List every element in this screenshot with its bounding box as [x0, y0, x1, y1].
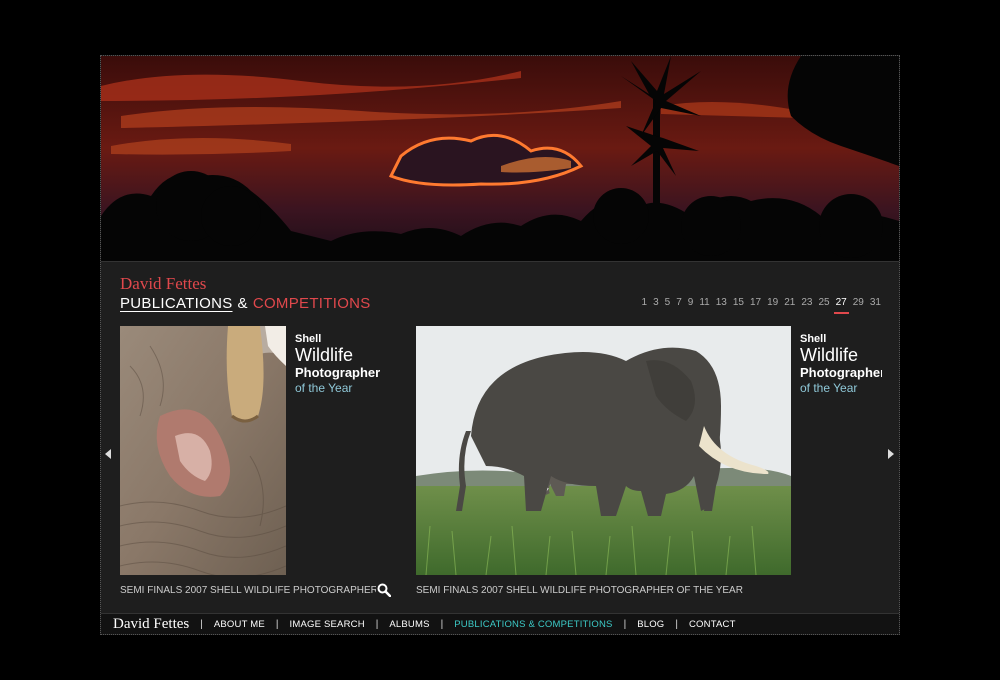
pager-page-25[interactable]: 25	[819, 297, 830, 309]
pager-page-1[interactable]: 1	[642, 297, 648, 309]
nav-separator: |	[375, 619, 379, 630]
pager-page-3[interactable]: 3	[653, 297, 659, 309]
pager-page-11[interactable]: 11	[699, 297, 709, 309]
pager-page-13[interactable]: 13	[716, 297, 727, 309]
logo-line-wildlife: Wildlife	[800, 345, 859, 365]
nav-publications-competitions[interactable]: PUBLICATIONS & COMPETITIONS	[454, 619, 612, 630]
title-block: David Fettes PUBLICATIONS & COMPETITIONS	[120, 274, 371, 314]
nav-separator: |	[675, 619, 678, 630]
nav-separator: |	[440, 619, 444, 630]
nav-image-search[interactable]: IMAGE SEARCH	[290, 619, 365, 630]
logo-line-of-the-year: of the Year	[800, 381, 858, 395]
pager-page-5[interactable]: 5	[665, 297, 671, 309]
pager-page-17[interactable]: 17	[750, 297, 761, 309]
heading-ampersand: &	[237, 295, 248, 312]
photo-caption: SEMI FINALS 2007 SHELL WILDLIFE PHOTOGRA…	[416, 585, 743, 596]
nav-separator: |	[275, 619, 279, 630]
previous-arrow-icon[interactable]	[105, 449, 111, 459]
pager-page-15[interactable]: 15	[733, 297, 744, 309]
footer-site-name[interactable]: David Fettes	[113, 616, 189, 633]
competitions-heading-link[interactable]: COMPETITIONS	[253, 295, 371, 312]
photo-caption: SEMI FINALS 2007 SHELL WILDLIFE PHOTOGRA…	[120, 585, 376, 596]
pager-page-23[interactable]: 23	[801, 297, 812, 309]
nav-albums[interactable]: ALBUMS	[389, 619, 429, 630]
shell-wildlife-logo: Shell Wildlife Photographer of the Year	[295, 332, 405, 395]
photo-elephant-closeup[interactable]	[120, 326, 286, 575]
logo-line-shell: Shell	[295, 333, 322, 345]
logo-line-photographer: Photographer	[800, 365, 882, 380]
pager-page-29[interactable]: 29	[853, 297, 864, 309]
zoom-search-icon[interactable]	[377, 583, 392, 602]
logo-line-wildlife: Wildlife	[295, 345, 354, 365]
pager-page-21[interactable]: 21	[784, 297, 795, 309]
footer-nav-bar: David Fettes | ABOUT ME | IMAGE SEARCH |…	[101, 613, 899, 634]
nav-separator: |	[623, 619, 627, 630]
image-pager: 1 3 5 7 9 11 13 15 17 19 21 23 25 27 29 31	[636, 297, 881, 314]
site-name: David Fettes	[120, 274, 207, 293]
nav-contact[interactable]: CONTACT	[689, 619, 736, 630]
logo-line-photographer: Photographer	[295, 365, 381, 380]
page-frame: David Fettes PUBLICATIONS & COMPETITIONS 1…	[100, 55, 900, 635]
nav-separator: |	[200, 619, 203, 630]
pager-page-9[interactable]: 9	[688, 297, 694, 309]
nav-blog[interactable]: BLOG	[637, 619, 664, 630]
pager-page-31[interactable]: 31	[870, 297, 881, 309]
nav-about-me[interactable]: ABOUT ME	[214, 619, 265, 630]
pager-page-19[interactable]: 19	[767, 297, 778, 309]
next-arrow-icon[interactable]	[888, 449, 894, 459]
hero-banner-sunset	[101, 56, 899, 262]
logo-line-of-the-year: of the Year	[295, 381, 353, 395]
section-heading: PUBLICATIONS & COMPETITIONS	[120, 294, 371, 314]
pager-page-27[interactable]: 27	[833, 297, 849, 314]
logo-line-shell: Shell	[800, 333, 827, 345]
photo-elephant-grassland[interactable]	[416, 326, 791, 575]
publications-heading-link[interactable]: PUBLICATIONS	[120, 295, 233, 312]
shell-wildlife-logo: Shell Wildlife Photographer of the Year	[800, 332, 882, 395]
pager-page-7[interactable]: 7	[676, 297, 682, 309]
